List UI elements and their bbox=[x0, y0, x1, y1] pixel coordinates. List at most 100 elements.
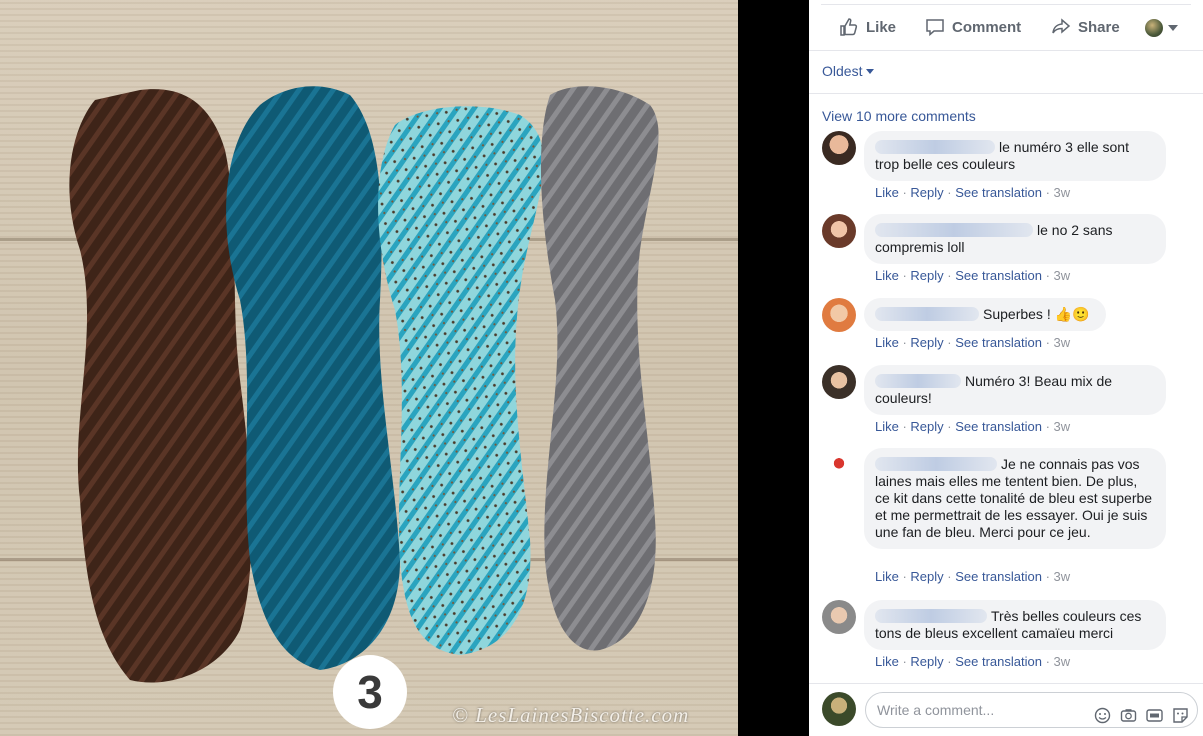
chevron-down-icon bbox=[1168, 25, 1178, 31]
thumbs-up-icon bbox=[840, 18, 858, 36]
see-translation-link[interactable]: See translation bbox=[955, 569, 1042, 584]
separator: · bbox=[943, 654, 956, 669]
comment-bubble: Numéro 3! Beau mix de couleurs! bbox=[864, 365, 1166, 415]
comment-composer: Write a comment... bbox=[822, 692, 1198, 728]
share-label: Share bbox=[1078, 18, 1120, 36]
separator: · bbox=[943, 185, 956, 200]
separator: · bbox=[1041, 335, 1054, 350]
current-user-avatar bbox=[822, 692, 856, 726]
separator: · bbox=[898, 654, 911, 669]
commenter-avatar[interactable] bbox=[822, 600, 856, 634]
separator: · bbox=[898, 419, 911, 434]
sticker-icon[interactable] bbox=[1172, 702, 1189, 723]
yarn-skeins-illustration bbox=[69, 86, 659, 683]
commenter-name-redacted[interactable] bbox=[875, 609, 987, 623]
comment-reply-link[interactable]: Reply bbox=[910, 185, 943, 200]
commenter-name-redacted[interactable] bbox=[875, 223, 1033, 237]
like-label: Like bbox=[866, 18, 897, 36]
divider bbox=[809, 50, 1203, 51]
comment-bubble: Très belles couleurs ces tons de bleus e… bbox=[864, 600, 1166, 650]
comments-panel: Like Comment Share Oldest View 10 more c… bbox=[809, 0, 1203, 736]
chevron-down-icon bbox=[866, 69, 875, 74]
comment-reply-link[interactable]: Reply bbox=[910, 268, 943, 283]
see-translation-link[interactable]: See translation bbox=[955, 268, 1042, 283]
comment-like-link[interactable]: Like bbox=[875, 335, 899, 350]
comment-bubble: le no 2 sans compremis loll bbox=[864, 214, 1166, 264]
separator: · bbox=[1041, 185, 1054, 200]
comment-actions: Like · Reply · See translation · 3w bbox=[875, 569, 1070, 584]
comment-like-link[interactable]: Like bbox=[875, 185, 899, 200]
gif-icon[interactable] bbox=[1146, 702, 1163, 722]
separator: · bbox=[943, 419, 956, 434]
photo-watermark: © LesLainesBiscotte.com bbox=[452, 703, 690, 727]
comment-timestamp[interactable]: 3w bbox=[1054, 654, 1071, 669]
comment-like-link[interactable]: Like bbox=[875, 569, 899, 584]
comment-reply-link[interactable]: Reply bbox=[910, 654, 943, 669]
separator: · bbox=[1041, 569, 1054, 584]
comment-bubble: Superbes ! 👍🙂 bbox=[864, 298, 1106, 331]
commenter-name-redacted[interactable] bbox=[875, 307, 979, 321]
commenter-avatar[interactable] bbox=[822, 365, 856, 399]
comment-label: Comment bbox=[952, 18, 1022, 36]
see-translation-link[interactable]: See translation bbox=[955, 335, 1042, 350]
commenter-avatar[interactable] bbox=[822, 131, 856, 165]
separator: · bbox=[898, 569, 911, 584]
skein-number-badge: 3 bbox=[333, 655, 407, 729]
comment-actions: Like · Reply · See translation · 3w bbox=[875, 185, 1070, 200]
divider bbox=[809, 93, 1203, 94]
commenter-name-redacted[interactable] bbox=[875, 457, 997, 471]
comment-input[interactable]: Write a comment... bbox=[865, 692, 1198, 728]
separator: · bbox=[898, 268, 911, 283]
screen: 3 © LesLainesBiscotte.com Like Comment S… bbox=[0, 0, 1203, 736]
comment-timestamp[interactable]: 3w bbox=[1054, 268, 1071, 283]
separator: · bbox=[1041, 268, 1054, 283]
post-photo[interactable]: 3 © LesLainesBiscotte.com bbox=[0, 0, 738, 736]
comment-text: Superbes ! 👍🙂 bbox=[983, 306, 1090, 322]
page-avatar-icon bbox=[1145, 19, 1163, 37]
commenter-avatar[interactable] bbox=[822, 448, 856, 482]
see-translation-link[interactable]: See translation bbox=[955, 185, 1042, 200]
like-button[interactable]: Like bbox=[839, 17, 896, 37]
see-translation-link[interactable]: See translation bbox=[955, 654, 1042, 669]
comment-input-placeholder: Write a comment... bbox=[877, 702, 995, 718]
comment-like-link[interactable]: Like bbox=[875, 654, 899, 669]
comment-reply-link[interactable]: Reply bbox=[910, 569, 943, 584]
divider bbox=[809, 683, 1203, 684]
comment-timestamp[interactable]: 3w bbox=[1054, 569, 1071, 584]
separator: · bbox=[898, 185, 911, 200]
view-more-comments-link[interactable]: View 10 more comments bbox=[822, 108, 976, 124]
commenter-name-redacted[interactable] bbox=[875, 374, 961, 388]
comment-reply-link[interactable]: Reply bbox=[910, 419, 943, 434]
separator: · bbox=[943, 569, 956, 584]
commenter-avatar[interactable] bbox=[822, 298, 856, 332]
comment-actions: Like · Reply · See translation · 3w bbox=[875, 335, 1070, 350]
comment-timestamp[interactable]: 3w bbox=[1054, 185, 1071, 200]
comment-like-link[interactable]: Like bbox=[875, 268, 899, 283]
comment-reply-link[interactable]: Reply bbox=[910, 335, 943, 350]
share-button[interactable]: Share bbox=[1051, 17, 1120, 37]
comment-sort-dropdown[interactable]: Oldest bbox=[822, 63, 875, 79]
camera-icon[interactable] bbox=[1120, 702, 1137, 722]
comment-button[interactable]: Comment bbox=[925, 17, 1021, 37]
emoji-icon[interactable] bbox=[1094, 702, 1111, 724]
separator: · bbox=[1041, 419, 1054, 434]
separator: · bbox=[898, 335, 911, 350]
post-action-bar: Like Comment Share bbox=[821, 4, 1191, 50]
comment-actions: Like · Reply · See translation · 3w bbox=[875, 419, 1070, 434]
commenter-name-redacted[interactable] bbox=[875, 140, 995, 154]
see-translation-link[interactable]: See translation bbox=[955, 419, 1042, 434]
separator: · bbox=[943, 268, 956, 283]
comment-actions: Like · Reply · See translation · 3w bbox=[875, 268, 1070, 283]
comment-timestamp[interactable]: 3w bbox=[1054, 335, 1071, 350]
separator: · bbox=[1041, 654, 1054, 669]
comment-timestamp[interactable]: 3w bbox=[1054, 419, 1071, 434]
separator: · bbox=[943, 335, 956, 350]
commenter-avatar[interactable] bbox=[822, 214, 856, 248]
comment-bubble: Je ne connais pas vos laines mais elles … bbox=[864, 448, 1166, 549]
audience-selector[interactable] bbox=[1145, 19, 1178, 37]
comment-bubble: le numéro 3 elle sont trop belle ces cou… bbox=[864, 131, 1166, 181]
comment-like-link[interactable]: Like bbox=[875, 419, 899, 434]
speech-bubble-icon bbox=[926, 19, 944, 37]
share-arrow-icon bbox=[1052, 18, 1071, 34]
sort-label: Oldest bbox=[822, 63, 863, 79]
